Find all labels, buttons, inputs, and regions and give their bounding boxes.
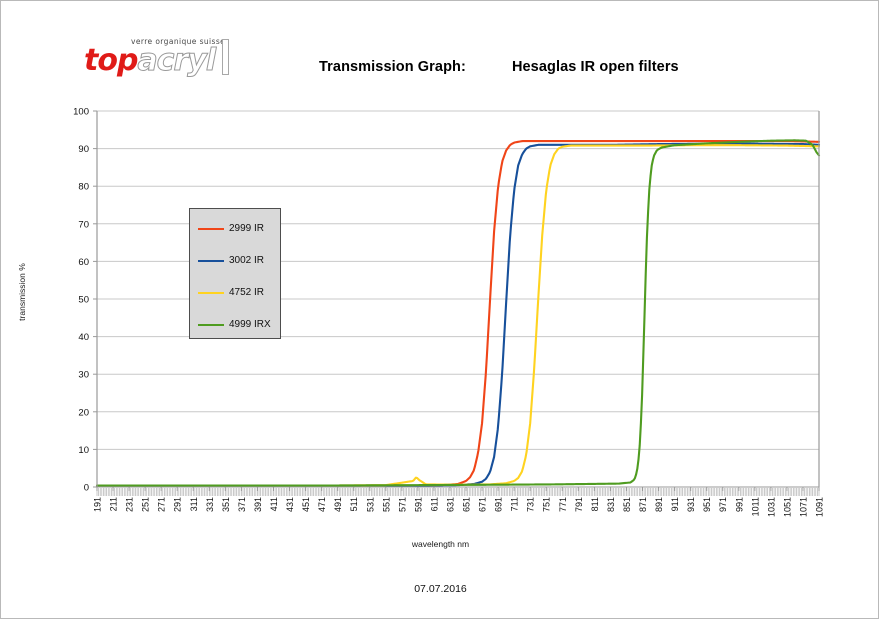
x-tick-label: 871	[638, 497, 648, 512]
x-tick-label: 651	[462, 497, 472, 512]
x-tick-label: 911	[670, 497, 680, 511]
x-tick-label: 231	[125, 497, 135, 512]
x-tick-label: 291	[173, 497, 183, 512]
legend-label: 4999 IRX	[229, 319, 271, 330]
x-tick-label: 951	[702, 497, 712, 512]
legend-item-4752-ir[interactable]: 4752 IR	[198, 286, 278, 300]
y-tick-label: 30	[78, 370, 89, 381]
x-tick-label: 191	[93, 497, 103, 512]
y-tick-label: 50	[78, 295, 89, 306]
legend-swatch-icon	[198, 260, 224, 262]
x-tick-label: 551	[381, 497, 391, 512]
legend-item-3002-ir[interactable]: 3002 IR	[198, 254, 278, 268]
x-tick-label: 531	[365, 497, 375, 512]
x-tick-label: 831	[606, 497, 616, 512]
x-tick-label: 211	[109, 497, 119, 511]
x-tick-label: 411	[269, 497, 279, 511]
y-tick-label: 10	[78, 445, 89, 456]
x-tick-label: 811	[590, 497, 600, 511]
x-axis-ticks: 191 211 231 251 271 291 311 331 351 371 391 411 431 4…	[93, 487, 825, 517]
x-tick-label: 511	[349, 497, 359, 511]
legend-item-2999-ir[interactable]: 2999 IR	[198, 222, 278, 236]
x-tick-label: 331	[205, 497, 215, 512]
x-tick-label: 891	[654, 497, 664, 512]
y-tick-label: 0	[84, 483, 89, 494]
x-tick-label: 471	[317, 497, 327, 512]
y-tick-label: 100	[73, 107, 89, 118]
x-tick-label: 1011	[750, 497, 760, 516]
y-tick-label: 70	[78, 219, 89, 230]
x-tick-label: 371	[237, 497, 247, 512]
y-tick-label: 90	[78, 144, 89, 155]
footer-date: 07.07.2016	[414, 583, 467, 595]
x-tick-label: 311	[189, 497, 199, 511]
x-tick-label: 771	[558, 497, 568, 512]
x-tick-label: 711	[510, 497, 520, 511]
y-axis-label: transmission %	[17, 263, 27, 321]
x-tick-label: 611	[429, 497, 439, 511]
x-tick-label: 991	[734, 497, 744, 512]
x-tick-label: 351	[221, 497, 231, 512]
legend-item-4999-irx[interactable]: 4999 IRX	[198, 318, 278, 332]
legend-swatch-icon	[198, 292, 224, 294]
x-tick-label: 1051	[782, 497, 792, 517]
x-tick-label: 591	[413, 497, 423, 512]
x-tick-label: 751	[542, 497, 552, 512]
x-tick-label: 691	[494, 497, 504, 512]
x-tick-label: 671	[478, 497, 488, 512]
x-tick-label: 271	[157, 497, 167, 512]
chart-container: 0 10 20 30 40 50 60 70 80 90 100 191 211 231 251 271 29…	[1, 1, 879, 620]
legend-label: 4752 IR	[229, 287, 265, 298]
x-tick-label: 491	[333, 497, 343, 512]
x-tick-label: 631	[445, 497, 455, 512]
x-tick-label: 391	[253, 497, 263, 512]
legend-swatch-icon	[198, 228, 224, 230]
x-tick-label: 431	[285, 497, 295, 512]
x-minor-tick-band	[96, 488, 820, 496]
transmission-graph-page: verre organique suisse topacryl Transmis…	[0, 0, 879, 619]
plot-svg: 0 10 20 30 40 50 60 70 80 90 100 191 211 231 251 271 29…	[73, 107, 825, 518]
y-axis-ticks: 0 10 20 30 40 50 60 70 80 90 100	[73, 107, 97, 494]
y-tick-label: 80	[78, 182, 89, 193]
x-tick-label: 451	[301, 497, 311, 512]
x-tick-label: 971	[718, 497, 728, 512]
x-tick-label: 1031	[766, 497, 776, 517]
legend-label: 3002 IR	[229, 255, 265, 266]
x-tick-label: 1071	[798, 497, 808, 517]
y-tick-label: 40	[78, 332, 89, 343]
x-axis-label: wavelength nm	[411, 539, 470, 549]
x-tick-label: 1091	[815, 497, 825, 517]
y-tick-label: 60	[78, 257, 89, 268]
chart-legend[interactable]: 2999 IR 3002 IR 4752 IR 4999 IRX	[189, 208, 281, 339]
y-tick-label: 20	[78, 407, 89, 418]
x-tick-label: 571	[397, 497, 407, 512]
legend-swatch-icon	[198, 324, 224, 326]
x-tick-label: 731	[526, 497, 536, 512]
legend-label: 2999 IR	[229, 223, 265, 234]
x-tick-label: 251	[141, 497, 151, 512]
x-tick-label: 931	[686, 497, 696, 512]
x-tick-label: 791	[574, 497, 584, 512]
x-tick-label: 851	[622, 497, 632, 512]
